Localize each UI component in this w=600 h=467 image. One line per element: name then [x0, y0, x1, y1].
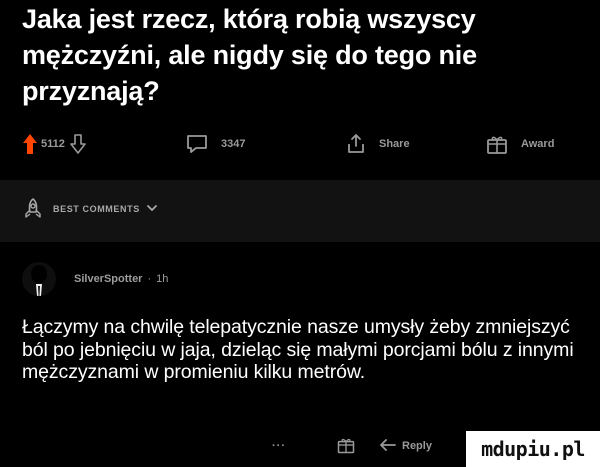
- award-gift-icon[interactable]: [336, 435, 356, 458]
- comment-actions: ··· Reply: [272, 432, 432, 460]
- share-label: Share: [379, 138, 410, 150]
- award-button[interactable]: Award: [485, 130, 554, 158]
- avatar[interactable]: [22, 262, 56, 296]
- downvote-icon[interactable]: [69, 133, 87, 155]
- vote-group: 5112: [22, 130, 87, 158]
- upvote-icon[interactable]: [22, 133, 38, 155]
- comment-body: Łączymy na chwilę telepatycznie nasze um…: [22, 316, 574, 383]
- share-icon: [345, 133, 367, 155]
- post-title: Jaka jest rzecz, którą robią wszyscy męż…: [22, 4, 477, 106]
- comment-sort-label: BEST COMMENTS: [53, 204, 140, 214]
- comment-timestamp: 1h: [156, 273, 169, 285]
- site-watermark: mdupiu.pl: [466, 431, 600, 467]
- comment-author[interactable]: SilverSpotter: [74, 273, 142, 285]
- more-options-icon[interactable]: ···: [272, 440, 292, 452]
- meta-separator: ·: [147, 273, 152, 285]
- reply-arrow-icon: [378, 437, 398, 456]
- share-button[interactable]: Share: [345, 130, 410, 158]
- rocket-icon: [22, 197, 44, 221]
- chevron-down-icon: [146, 203, 158, 215]
- upvote-count: 5112: [41, 138, 65, 150]
- award-label: Award: [521, 138, 555, 150]
- post-actions-bar: 5112 3347 Share Award: [22, 130, 592, 158]
- reply-label: Reply: [402, 440, 432, 452]
- comment-bubble-icon: [185, 133, 209, 155]
- reply-button[interactable]: Reply: [378, 437, 432, 456]
- comment-header: SilverSpotter · 1h: [22, 262, 168, 296]
- award-gift-icon: [485, 132, 509, 156]
- comments-count: 3347: [221, 138, 246, 150]
- comment-sort-selector[interactable]: BEST COMMENTS: [22, 198, 158, 220]
- comments-button[interactable]: 3347: [185, 130, 245, 158]
